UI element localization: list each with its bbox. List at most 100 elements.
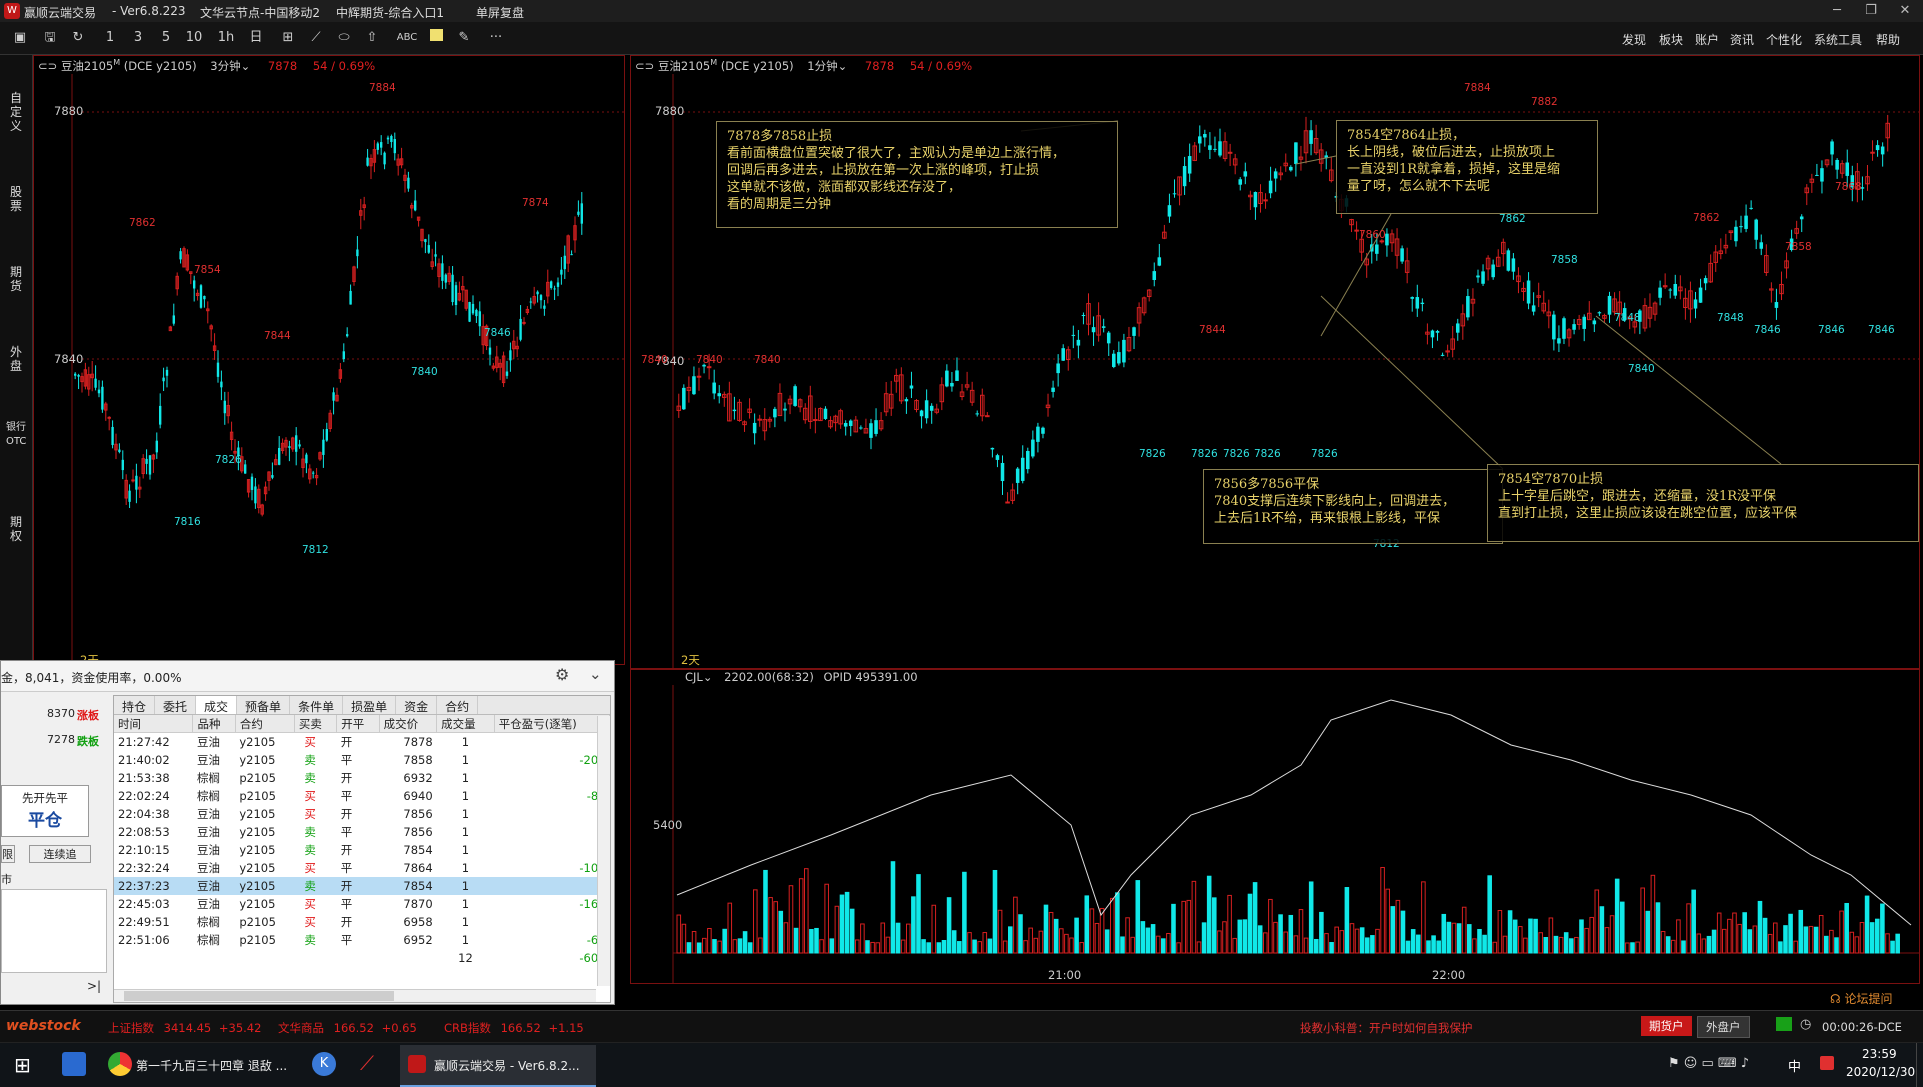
close-button[interactable]: ✕ bbox=[1890, 2, 1920, 20]
forum-ask[interactable]: ☊ 论坛提问 bbox=[1830, 990, 1893, 1007]
tab-contracts[interactable]: 合约 bbox=[437, 696, 479, 714]
investor-tip[interactable]: 投教小科普：开户时如何自我保护 bbox=[1300, 1020, 1473, 1036]
period-1h-button[interactable]: 1h bbox=[216, 29, 236, 47]
feather-app-icon[interactable]: ⟋ bbox=[360, 1051, 374, 1075]
grid-icon[interactable]: ⊞ bbox=[278, 29, 298, 47]
right-kline-panel[interactable]: ⊂⊃ 豆油2105M (DCE y2105) 1分钟⌄ 7878 54 / 0.… bbox=[630, 55, 1920, 670]
menu-sector[interactable]: 板块 bbox=[1659, 31, 1683, 48]
table-row[interactable]: 22:32:24 豆油 y2105 买 平 7864 1 -100 bbox=[114, 859, 610, 877]
ellipse-tool-icon[interactable]: ⬭ bbox=[334, 29, 354, 47]
minimize-button[interactable]: ─ bbox=[1822, 2, 1852, 20]
column-header[interactable]: 合约 bbox=[235, 715, 295, 733]
scrollbar-thumb[interactable] bbox=[124, 991, 394, 1001]
arrow-up-tool-icon[interactable]: ⇧ bbox=[362, 29, 382, 47]
gear-icon[interactable]: ⚙ bbox=[555, 665, 569, 684]
tab-orders[interactable]: 委托 bbox=[155, 696, 197, 714]
period-3-button[interactable]: 3 bbox=[128, 29, 148, 47]
tab-stop-profit[interactable]: 损盈单 bbox=[343, 696, 397, 714]
tab-fills[interactable]: 成交 bbox=[196, 696, 238, 714]
save-icon[interactable]: 🖫 bbox=[40, 29, 60, 47]
replay-mode[interactable]: 单屏复盘 bbox=[476, 4, 524, 21]
table-row[interactable]: 22:08:53 豆油 y2105 卖 平 7856 1 0 bbox=[114, 823, 610, 841]
table-row[interactable]: 21:40:02 豆油 y2105 卖 平 7858 1 -200 bbox=[114, 751, 610, 769]
browser-icon[interactable] bbox=[108, 1052, 132, 1076]
index-wenhua[interactable]: 文华商品 166.52 +0.65 bbox=[278, 1020, 417, 1036]
table-row[interactable]: 22:45:03 豆油 y2105 买 平 7870 1 -160 bbox=[114, 895, 610, 913]
column-header[interactable]: 时间 bbox=[114, 715, 194, 733]
sidebar-tab-options[interactable]: 期权 bbox=[6, 515, 26, 543]
column-header[interactable]: 平仓盈亏(逐笔) bbox=[494, 715, 611, 733]
futures-account-button[interactable]: 期货户 bbox=[1641, 1016, 1692, 1036]
table-row[interactable]: 22:10:15 豆油 y2105 卖 开 7854 1 bbox=[114, 841, 610, 859]
menu-system-tools[interactable]: 系统工具 bbox=[1814, 31, 1862, 48]
file-manager-icon[interactable] bbox=[62, 1052, 86, 1076]
period-5-button[interactable]: 5 bbox=[156, 29, 176, 47]
menu-discover[interactable]: 发现 bbox=[1622, 31, 1646, 48]
chevron-down-icon[interactable]: ⌄ bbox=[838, 59, 848, 73]
eraser-tool-icon[interactable]: ✎ bbox=[454, 29, 474, 47]
limit-button[interactable]: 限 bbox=[1, 845, 15, 863]
ime-indicator[interactable]: 中 bbox=[1788, 1056, 1801, 1075]
horizontal-scrollbar[interactable] bbox=[114, 989, 596, 1002]
ime-app-icon[interactable] bbox=[1820, 1056, 1834, 1070]
windows-start-icon[interactable]: ⊞ bbox=[14, 1053, 31, 1077]
close-position-button[interactable]: 先开先平 平仓 bbox=[1, 785, 89, 837]
sidebar-tab-custom[interactable]: 自定义 bbox=[6, 91, 26, 133]
home-icon[interactable]: ▣ bbox=[10, 29, 30, 47]
index-shanghai[interactable]: 上证指数 3414.45 +35.42 bbox=[108, 1020, 261, 1036]
volume-chart[interactable] bbox=[631, 685, 1919, 983]
table-row[interactable]: 21:53:38 棕榈 p2105 卖 开 6932 1 bbox=[114, 769, 610, 787]
color-tool-icon[interactable] bbox=[426, 29, 446, 47]
table-row[interactable]: 21:27:42 豆油 y2105 买 开 7878 1 bbox=[114, 733, 610, 752]
futures-gateway[interactable]: 中辉期货-综合入口1 bbox=[336, 4, 444, 21]
menu-account[interactable]: 账户 bbox=[1695, 31, 1719, 48]
tab-conditional[interactable]: 条件单 bbox=[290, 696, 344, 714]
menu-personalize[interactable]: 个性化 bbox=[1766, 31, 1802, 48]
column-header[interactable]: 开平 bbox=[336, 715, 380, 733]
tab-position[interactable]: 持仓 bbox=[114, 696, 156, 714]
continuous-chase-button[interactable]: 连续追 bbox=[29, 845, 91, 863]
collapse-icon[interactable]: ⌄ bbox=[589, 665, 602, 683]
refresh-icon[interactable]: ↻ bbox=[68, 29, 88, 47]
taskbar-item-novel[interactable]: 第一千九百三十四章 退敌 ... bbox=[136, 1057, 287, 1074]
tab-pre-orders[interactable]: 预备单 bbox=[237, 696, 291, 714]
table-row[interactable]: 22:51:06 棕榈 p2105 卖 平 6952 1 -60 bbox=[114, 931, 610, 949]
sidebar-tab-foreign[interactable]: 外盘 bbox=[6, 345, 26, 373]
maximize-button[interactable]: ❐ bbox=[1856, 2, 1886, 20]
table-row[interactable]: 22:37:23 豆油 y2105 卖 开 7854 1 bbox=[114, 877, 610, 895]
right-period-select[interactable]: 1分钟 bbox=[807, 59, 837, 73]
vertical-scrollbar[interactable] bbox=[597, 716, 610, 986]
menu-news[interactable]: 资讯 bbox=[1730, 31, 1754, 48]
line-tool-icon[interactable]: ⟋ bbox=[306, 29, 326, 47]
table-row[interactable]: 22:04:38 豆油 y2105 买 开 7856 1 bbox=[114, 805, 610, 823]
column-header[interactable]: 买卖 bbox=[294, 715, 338, 733]
chevron-down-icon[interactable]: ⌄ bbox=[241, 59, 251, 73]
taskbar-item-trading[interactable]: 赢顺云端交易 - Ver6.8.2... bbox=[400, 1045, 596, 1087]
table-row[interactable]: 22:49:51 棕榈 p2105 买 开 6958 1 bbox=[114, 913, 610, 931]
sidebar-tab-bank-otc[interactable]: 银行OTC bbox=[6, 421, 26, 449]
k-app-icon[interactable]: K bbox=[312, 1052, 336, 1076]
tray-icons[interactable]: ⚑ ☺ ▭ ⌨ ♪ bbox=[1668, 1056, 1749, 1071]
sidebar-tab-stocks[interactable]: 股票 bbox=[6, 185, 26, 213]
left-kline-chart[interactable] bbox=[34, 74, 624, 664]
table-row[interactable]: 22:02:24 棕榈 p2105 买 平 6940 1 -80 bbox=[114, 787, 610, 805]
cloud-node[interactable]: 文华云节点-中国移动2 bbox=[200, 4, 320, 21]
column-header[interactable]: 品种 bbox=[192, 715, 236, 733]
tab-funds[interactable]: 资金 bbox=[396, 696, 438, 714]
period-day-button[interactable]: 日 bbox=[246, 29, 266, 47]
left-kline-panel[interactable]: ⊂⊃ 豆油2105M (DCE y2105) 3分钟⌄ 7878 54 / 0.… bbox=[33, 55, 625, 667]
text-tool-button[interactable]: ABC bbox=[394, 29, 420, 47]
foreign-account-button[interactable]: 外盘户 bbox=[1697, 1016, 1750, 1038]
menu-help[interactable]: 帮助 bbox=[1876, 31, 1900, 48]
chevron-down-icon[interactable]: ⌄ bbox=[703, 670, 713, 684]
more-tools-button[interactable]: ··· bbox=[486, 29, 506, 47]
sidebar-tab-futures[interactable]: 期货 bbox=[6, 265, 26, 293]
left-period-select[interactable]: 3分钟 bbox=[210, 59, 240, 73]
period-10-button[interactable]: 10 bbox=[184, 29, 204, 47]
scroll-right-icon[interactable]: >| bbox=[87, 979, 101, 993]
show-desktop-button[interactable] bbox=[1916, 1043, 1923, 1087]
volume-panel[interactable]: CJL⌄ 2202.00(68:32) OPID 495391.00 5400 bbox=[630, 668, 1920, 984]
index-crb[interactable]: CRB指数 166.52 +1.15 bbox=[444, 1020, 584, 1036]
period-1-button[interactable]: 1 bbox=[100, 29, 120, 47]
volume-indicator-name[interactable]: CJL bbox=[685, 670, 703, 684]
